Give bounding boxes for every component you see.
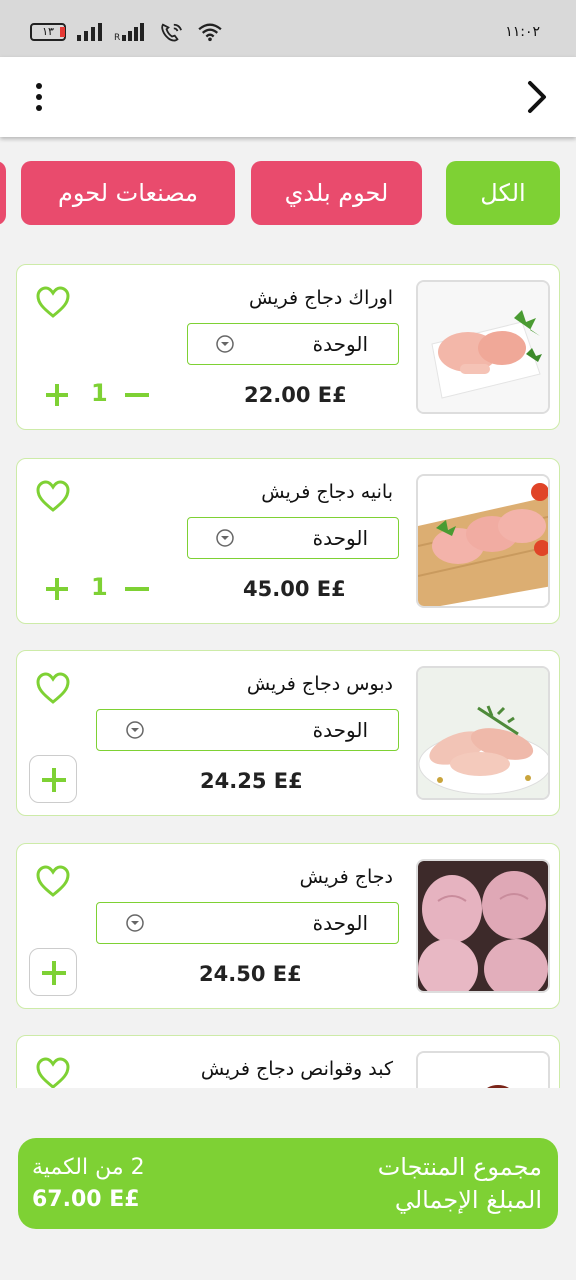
dropdown-arrow-icon (126, 721, 144, 739)
category-tabs: الكل لحوم بلدي مصنعات لحوم (0, 161, 576, 225)
unit-dropdown[interactable]: الوحدة (96, 902, 399, 944)
unit-dropdown-label: الوحدة (312, 718, 368, 742)
product-list: اوراك دجاج فريش الوحدة 22.00 E£ 1 بانيه … (0, 264, 576, 1088)
total-amount-value: 67.00 E£ (32, 1187, 140, 1212)
category-chip-local-meat[interactable]: لحوم بلدي (251, 161, 422, 225)
quantity-stepper: 1 (41, 379, 153, 411)
product-price: 22.00 E£ (244, 383, 347, 407)
product-card[interactable]: بانيه دجاج فريش الوحدة 45.00 E£ 1 (16, 458, 560, 624)
back-arrow-icon[interactable] (516, 75, 556, 119)
add-to-cart-button[interactable] (29, 948, 77, 996)
product-image (416, 280, 550, 414)
wifi-call-icon (161, 23, 182, 42)
cart-summary-bar[interactable]: مجموع المنتجات المبلغ الإجمالي 2 من الكم… (18, 1138, 558, 1229)
product-name: دجاج فريش (299, 866, 393, 888)
favorite-heart-icon[interactable] (35, 671, 71, 705)
minus-icon[interactable] (125, 393, 149, 397)
wifi-icon (198, 23, 222, 42)
dropdown-arrow-icon (126, 914, 144, 932)
plus-icon (42, 961, 66, 985)
category-chip-processed-meat[interactable]: مصنعات لحوم (21, 161, 235, 225)
unit-dropdown-label: الوحدة (312, 332, 368, 356)
chicken-breast-image (418, 476, 548, 606)
category-chip-label: مصنعات لحوم (57, 179, 199, 207)
add-to-cart-button[interactable] (29, 755, 77, 803)
product-name: بانيه دجاج فريش (261, 481, 393, 503)
unit-dropdown-label: الوحدة (312, 526, 368, 550)
product-name: كبد وقوانص دجاج فريش (200, 1058, 393, 1080)
product-price: 24.50 E£ (199, 962, 302, 986)
quantity-value: 1 (91, 379, 108, 407)
dropdown-arrow-icon (216, 335, 234, 353)
battery-level: ١٣ (42, 25, 54, 38)
product-name: دبوس دجاج فريش (246, 673, 393, 695)
product-card[interactable]: اوراك دجاج فريش الوحدة 22.00 E£ 1 (16, 264, 560, 430)
category-chip-label: الكل (480, 179, 526, 207)
plus-icon[interactable] (45, 577, 69, 601)
chicken-thighs-image (418, 282, 548, 412)
favorite-heart-icon[interactable] (35, 864, 71, 898)
status-time: ١١:٠٢ (505, 24, 540, 40)
product-image (416, 666, 550, 800)
svg-text:R: R (114, 33, 120, 42)
favorite-heart-icon[interactable] (35, 479, 71, 513)
product-card[interactable]: دبوس دجاج فريش الوحدة 24.25 E£ (16, 650, 560, 816)
whole-chicken-image (418, 861, 548, 991)
product-price: 45.00 E£ (243, 577, 346, 601)
category-chip-partial[interactable] (0, 161, 6, 225)
more-options-icon[interactable] (24, 77, 54, 117)
quantity-summary: 2 من الكمية (32, 1155, 145, 1180)
product-card[interactable]: دجاج فريش الوحدة 24.50 E£ (16, 843, 560, 1009)
product-image (416, 1051, 550, 1088)
unit-dropdown-label: الوحدة (312, 911, 368, 935)
product-image (416, 474, 550, 608)
battery-icon: ١٣ (30, 23, 66, 41)
product-card[interactable]: كبد وقوانص دجاج فريش (16, 1035, 560, 1088)
favorite-heart-icon[interactable] (35, 285, 71, 319)
chicken-liver-image (418, 1053, 548, 1088)
favorite-heart-icon[interactable] (35, 1056, 71, 1088)
signal-roaming-icon: R (114, 23, 144, 42)
quantity-stepper: 1 (41, 573, 153, 605)
chicken-drumsticks-image (418, 668, 548, 798)
plus-icon (42, 768, 66, 792)
signal-icon (77, 23, 102, 41)
total-amount-label: المبلغ الإجمالي (394, 1186, 542, 1214)
status-bar: ١٣ R ١١:٠٢ (0, 0, 576, 57)
quantity-value: 1 (91, 573, 108, 601)
unit-dropdown[interactable]: الوحدة (187, 517, 399, 559)
category-chip-all[interactable]: الكل (446, 161, 560, 225)
product-name: اوراك دجاج فريش (249, 287, 393, 309)
status-icons: ١٣ R (30, 22, 224, 42)
category-chip-label: لحوم بلدي (284, 179, 389, 207)
minus-icon[interactable] (125, 587, 149, 591)
plus-icon[interactable] (45, 383, 69, 407)
unit-dropdown[interactable]: الوحدة (96, 709, 399, 751)
dropdown-arrow-icon (216, 529, 234, 547)
products-total-label: مجموع المنتجات (377, 1153, 542, 1181)
product-image (416, 859, 550, 993)
app-bar (0, 57, 576, 137)
product-price: 24.25 E£ (200, 769, 303, 793)
unit-dropdown[interactable]: الوحدة (187, 323, 399, 365)
